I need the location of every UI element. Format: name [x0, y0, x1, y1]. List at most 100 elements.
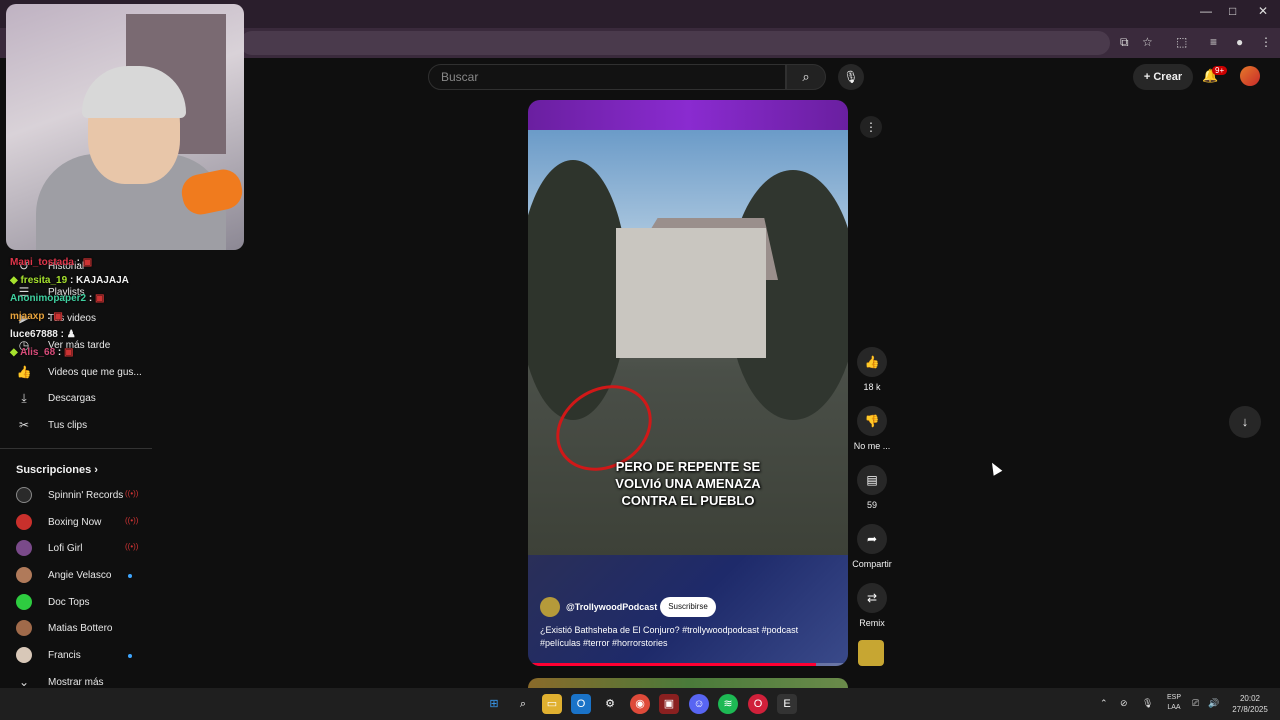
close-window-button[interactable]: ✕: [1258, 4, 1268, 18]
epic-games-icon[interactable]: E: [777, 694, 797, 714]
subscription-item[interactable]: Boxing Now ((•)): [0, 510, 160, 536]
chat-message: luce67888 : ♟: [10, 326, 210, 344]
video-progress-bar[interactable]: [528, 663, 848, 666]
minimize-button[interactable]: —: [1200, 4, 1212, 18]
search-icon[interactable]: ⌕: [513, 694, 533, 714]
microphone-tray-icon[interactable]: 🎙: [1142, 698, 1153, 709]
channel-avatar: [16, 647, 32, 663]
search-input[interactable]: Buscar: [428, 64, 786, 90]
subscriptions-title[interactable]: Suscripciones ›: [16, 464, 98, 476]
profile-icon[interactable]: ●: [1236, 35, 1243, 49]
new-content-dot: [128, 574, 132, 578]
sidebar-item-liked-videos[interactable]: 👍 Videos que me gus...: [0, 360, 160, 386]
subscribe-button[interactable]: Suscribirse: [660, 597, 716, 617]
taskbar-clock[interactable]: 20:02 27/8/2025: [1228, 693, 1272, 715]
channel-avatar: [16, 487, 32, 503]
chevron-down-icon: ⌄: [18, 675, 30, 689]
network-icon[interactable]: ⎚: [1192, 698, 1199, 709]
discord-icon[interactable]: ☺: [689, 694, 709, 714]
next-short-preview[interactable]: [528, 678, 848, 688]
video-caption: PERO DE REPENTE SE VOLVIó UNA AMENAZA CO…: [568, 458, 808, 509]
scissors-icon: ✂: [18, 418, 30, 432]
comments-button[interactable]: ▤: [857, 465, 887, 495]
subscription-label: Angie Velasco: [48, 570, 112, 581]
chat-text: :: [86, 293, 96, 304]
subscription-label: Boxing Now: [48, 517, 102, 528]
share-button[interactable]: ➦: [857, 524, 887, 554]
windows-start-icon[interactable]: ⊞: [484, 694, 504, 714]
tray-app-icon[interactable]: ⊘: [1120, 698, 1128, 709]
sidebar-item-clips[interactable]: ✂ Tus clips: [0, 413, 160, 439]
sidebar-item-label: Videos que me gus...: [48, 367, 142, 378]
dislike-label: No me ...: [853, 441, 891, 451]
like-button[interactable]: 👍: [857, 347, 887, 377]
like-count: 18 k: [863, 382, 881, 392]
tray-chevron-icon[interactable]: ⌃: [1100, 698, 1108, 709]
subscription-item[interactable]: Doc Tops: [0, 590, 160, 616]
outlook-icon[interactable]: O: [571, 694, 591, 714]
thumbs-up-icon: 👍: [16, 365, 32, 379]
dislike-button[interactable]: 👎: [857, 406, 887, 436]
create-label: Crear: [1153, 71, 1183, 83]
download-icon: ⤓: [21, 391, 27, 405]
comment-icon: ▤: [866, 473, 878, 487]
address-bar[interactable]: [240, 31, 1110, 55]
emote-icon: ▣: [64, 347, 74, 358]
new-content-dot: [128, 654, 132, 658]
remix-label: Remix: [859, 618, 885, 628]
caption-line: VOLVIó UNA AMENAZA: [615, 476, 761, 491]
extensions-icon[interactable]: ⬚: [1176, 35, 1187, 49]
share-label: Compartir: [852, 559, 892, 569]
short-video-player[interactable]: PERO DE REPENTE SE VOLVIó UNA AMENAZA CO…: [528, 100, 848, 666]
file-explorer-icon[interactable]: ▭: [542, 694, 562, 714]
volume-icon[interactable]: 🔊: [1208, 698, 1219, 709]
remix-button[interactable]: ⇄: [857, 583, 887, 613]
install-app-icon[interactable]: ⧉: [1120, 35, 1129, 50]
bookmark-star-icon[interactable]: ☆: [1142, 35, 1153, 49]
channel-name[interactable]: @TrollywoodPodcast: [566, 602, 657, 612]
spotify-icon[interactable]: ≋: [718, 694, 738, 714]
more-options-icon[interactable]: ⋮: [860, 116, 882, 138]
subscription-item[interactable]: Francis: [0, 643, 160, 669]
chat-message: Mani_tostada : ▣: [10, 254, 210, 272]
create-button[interactable]: + Crear: [1133, 64, 1193, 90]
subscription-item[interactable]: Lofi Girl ((•)): [0, 536, 160, 562]
chat-message: Anonimopaper2 : ▣: [10, 290, 210, 308]
sound-thumbnail[interactable]: [858, 640, 884, 666]
language-indicator[interactable]: ESP LAA: [1162, 693, 1186, 713]
channel-avatar[interactable]: [540, 597, 560, 617]
live-indicator-icon: ((•)): [125, 516, 139, 525]
media-control-icon[interactable]: ≡: [1210, 35, 1217, 49]
stream-app-icon[interactable]: ▣: [659, 694, 679, 714]
search-icon[interactable]: ⌕: [786, 64, 826, 90]
browser-menu-icon[interactable]: ⋮: [1260, 35, 1272, 49]
subscription-label: Lofi Girl: [48, 543, 83, 554]
channel-avatar: [16, 567, 32, 583]
subscription-item[interactable]: Matias Bottero: [0, 616, 160, 642]
chat-user: fresita_19: [20, 275, 68, 286]
settings-gear-icon[interactable]: ⚙: [600, 694, 620, 714]
clock-date: 27/8/2025: [1232, 705, 1268, 714]
chat-message: ◆ Alis_68 : ▣: [10, 344, 210, 362]
remix-icon: ⇄: [866, 591, 878, 605]
opera-icon[interactable]: O: [748, 694, 768, 714]
subscription-item[interactable]: Spinnin' Records ((•)): [0, 483, 160, 509]
chrome-icon[interactable]: ◉: [630, 694, 650, 714]
plus-icon: +: [1143, 71, 1154, 83]
microphone-icon[interactable]: 🎙: [838, 64, 864, 90]
next-video-arrow-icon[interactable]: ↓: [1229, 406, 1261, 438]
caption-line: CONTRA EL PUEBLO: [621, 493, 755, 508]
stream-chat: Mani_tostada : ▣ ◆ fresita_19 : KAJAJAJA…: [10, 254, 210, 362]
chevron-right-icon: ›: [94, 464, 98, 476]
maximize-button[interactable]: □: [1229, 4, 1236, 18]
account-avatar[interactable]: [1240, 66, 1260, 86]
sidebar-item-downloads[interactable]: ⤓ Descargas: [0, 386, 160, 412]
chat-user: Mani_tostada: [10, 257, 74, 268]
thumbs-up-icon: 👍: [864, 355, 880, 369]
sidebar-item-label: Descargas: [48, 393, 96, 404]
emote-icon: ♟: [66, 329, 76, 340]
video-description[interactable]: ¿Existió Bathsheba de El Conjuro? #troll…: [540, 624, 830, 650]
chat-user: mjaaxp: [10, 311, 45, 322]
chat-text: :: [57, 329, 67, 340]
subscription-item[interactable]: Angie Velasco: [0, 563, 160, 589]
